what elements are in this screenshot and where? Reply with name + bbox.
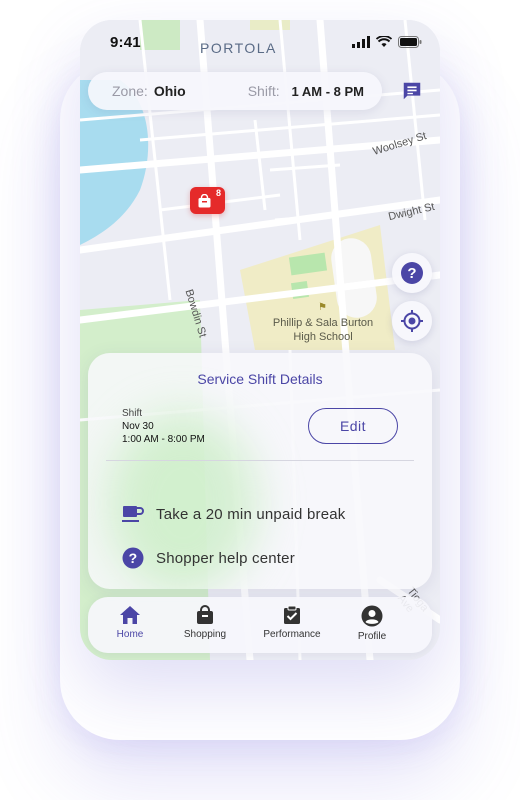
account-circle-icon xyxy=(361,605,383,627)
zone-shift-bar[interactable]: Zone: Ohio Shift: 1 AM - 8 PM xyxy=(88,72,382,110)
locate-me-button[interactable] xyxy=(392,301,432,341)
tab-shopping-label: Shopping xyxy=(183,629,227,640)
status-bar: 9:41 xyxy=(80,20,440,64)
battery-icon xyxy=(398,36,422,48)
tab-profile[interactable]: Profile xyxy=(330,605,414,642)
store-pin[interactable]: 8 xyxy=(190,187,225,214)
break-label: Take a 20 min unpaid break xyxy=(156,505,346,523)
bottom-tab-bar: Home Shopping Performance Profile xyxy=(88,597,432,653)
edit-shift-button[interactable]: Edit xyxy=(308,408,398,444)
tab-home[interactable]: Home xyxy=(88,605,172,640)
signal-icon xyxy=(352,36,370,48)
tab-home-label: Home xyxy=(116,629,144,640)
zone-value: Ohio xyxy=(153,83,186,99)
chat-icon xyxy=(403,82,421,100)
shift-label: Shift: xyxy=(247,83,280,99)
shift-value: 1 AM - 8 PM xyxy=(291,84,364,99)
zone-label: Zone: xyxy=(112,83,148,99)
home-icon xyxy=(120,606,140,624)
question-circle-icon: ? xyxy=(401,262,423,284)
clipboard-check-icon xyxy=(284,605,300,624)
tab-performance-label: Performance xyxy=(263,629,321,640)
tab-performance[interactable]: Performance xyxy=(250,605,334,640)
shift-info-time: 1:00 AM - 8:00 PM xyxy=(122,434,205,445)
shift-details-sheet: Service Shift Details Shift Nov 30 1:00 … xyxy=(88,353,432,589)
sheet-title: Service Shift Details xyxy=(197,371,323,387)
map-label-school: Phillip & Sala Burton High School xyxy=(272,317,374,343)
crosshair-icon xyxy=(401,310,423,332)
help-button[interactable]: ? xyxy=(392,253,432,293)
tab-profile-label: Profile xyxy=(357,631,387,642)
tab-shopping[interactable]: Shopping xyxy=(163,605,247,640)
shift-info-date: Nov 30 xyxy=(122,421,154,432)
shift-info: Shift Nov 30 1:00 AM - 8:00 PM xyxy=(122,407,205,446)
status-time: 9:41 xyxy=(110,33,141,51)
help-center-option[interactable]: ? Shopper help center xyxy=(122,547,295,569)
shopping-bag-icon xyxy=(197,605,213,624)
help-center-label: Shopper help center xyxy=(156,549,295,567)
shift-info-label: Shift xyxy=(122,408,143,419)
svg-text:?: ? xyxy=(407,265,416,282)
sheet-divider xyxy=(106,460,414,461)
help-circle-icon: ? xyxy=(122,547,144,569)
svg-text:?: ? xyxy=(129,550,138,566)
map-school-icon: ⚑ xyxy=(318,302,327,313)
break-option[interactable]: Take a 20 min unpaid break xyxy=(122,503,346,525)
chat-button[interactable] xyxy=(392,72,432,110)
phone-screen: PORTOLA Woolsey St Dwight St Bowdin St T… xyxy=(80,20,440,660)
wifi-icon xyxy=(376,36,392,47)
shopping-bag-icon xyxy=(198,193,211,207)
store-pin-count: 8 xyxy=(215,188,221,198)
coffee-cup-icon xyxy=(122,503,144,525)
